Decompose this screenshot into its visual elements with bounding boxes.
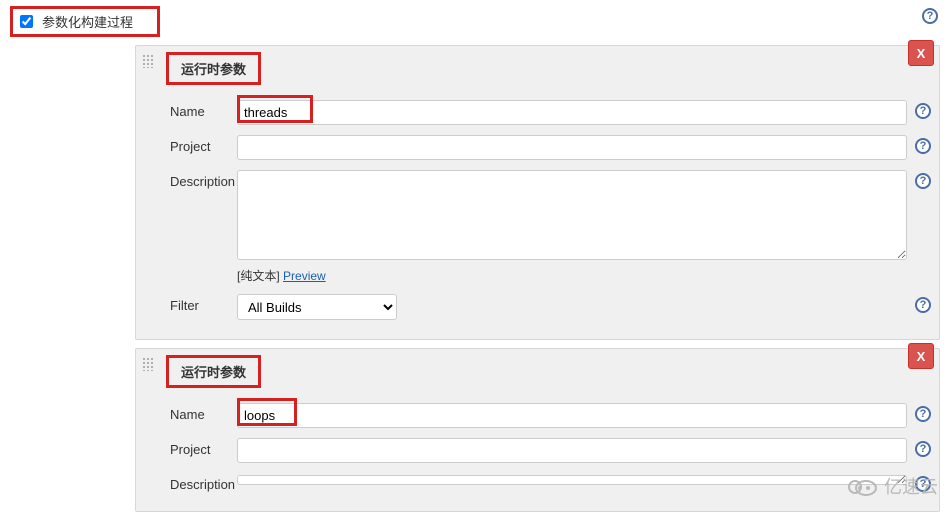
description-subtext: [纯文本] Preview [237, 267, 907, 284]
help-icon[interactable]: ? [915, 173, 931, 189]
block-title: 运行时参数 [166, 52, 261, 85]
name-label: Name [142, 100, 237, 119]
parametrized-build-label: 参数化构建过程 [42, 12, 133, 31]
project-label: Project [142, 438, 237, 457]
project-label: Project [142, 135, 237, 154]
help-icon[interactable]: ? [915, 297, 931, 313]
top-bar: 参数化构建过程 ? [0, 0, 950, 45]
preview-link[interactable]: Preview [283, 269, 326, 283]
help-icon[interactable]: ? [922, 8, 938, 24]
help-icon[interactable]: ? [915, 138, 931, 154]
plain-text-label: [纯文本] [237, 269, 280, 283]
parameters-area: 运行时参数 X Name ? Project ? Description ? [135, 45, 940, 512]
drag-handle-icon[interactable] [142, 54, 154, 68]
description-label: Description [142, 170, 237, 189]
description-label: Description [142, 473, 237, 492]
delete-button[interactable]: X [908, 40, 934, 66]
help-icon[interactable]: ? [915, 441, 931, 457]
parametrized-build-checkbox[interactable] [20, 15, 33, 28]
delete-button[interactable]: X [908, 343, 934, 369]
help-icon[interactable]: ? [915, 406, 931, 422]
name-label: Name [142, 403, 237, 422]
drag-handle-icon[interactable] [142, 357, 154, 371]
filter-select[interactable]: All Builds [237, 294, 397, 320]
help-icon[interactable]: ? [915, 476, 931, 492]
project-input[interactable] [237, 438, 907, 463]
block-title: 运行时参数 [166, 355, 261, 388]
description-textarea[interactable] [237, 475, 907, 485]
help-icon[interactable]: ? [915, 103, 931, 119]
project-input[interactable] [237, 135, 907, 160]
name-input[interactable] [237, 403, 907, 428]
parameter-block: 运行时参数 X Name ? Project ? Description ? [135, 348, 940, 512]
parametrized-build-checkbox-wrap[interactable]: 参数化构建过程 [10, 6, 160, 37]
parameter-block: 运行时参数 X Name ? Project ? Description ? [135, 45, 940, 340]
description-textarea[interactable] [237, 170, 907, 260]
filter-label: Filter [142, 294, 237, 313]
name-input[interactable] [237, 100, 907, 125]
